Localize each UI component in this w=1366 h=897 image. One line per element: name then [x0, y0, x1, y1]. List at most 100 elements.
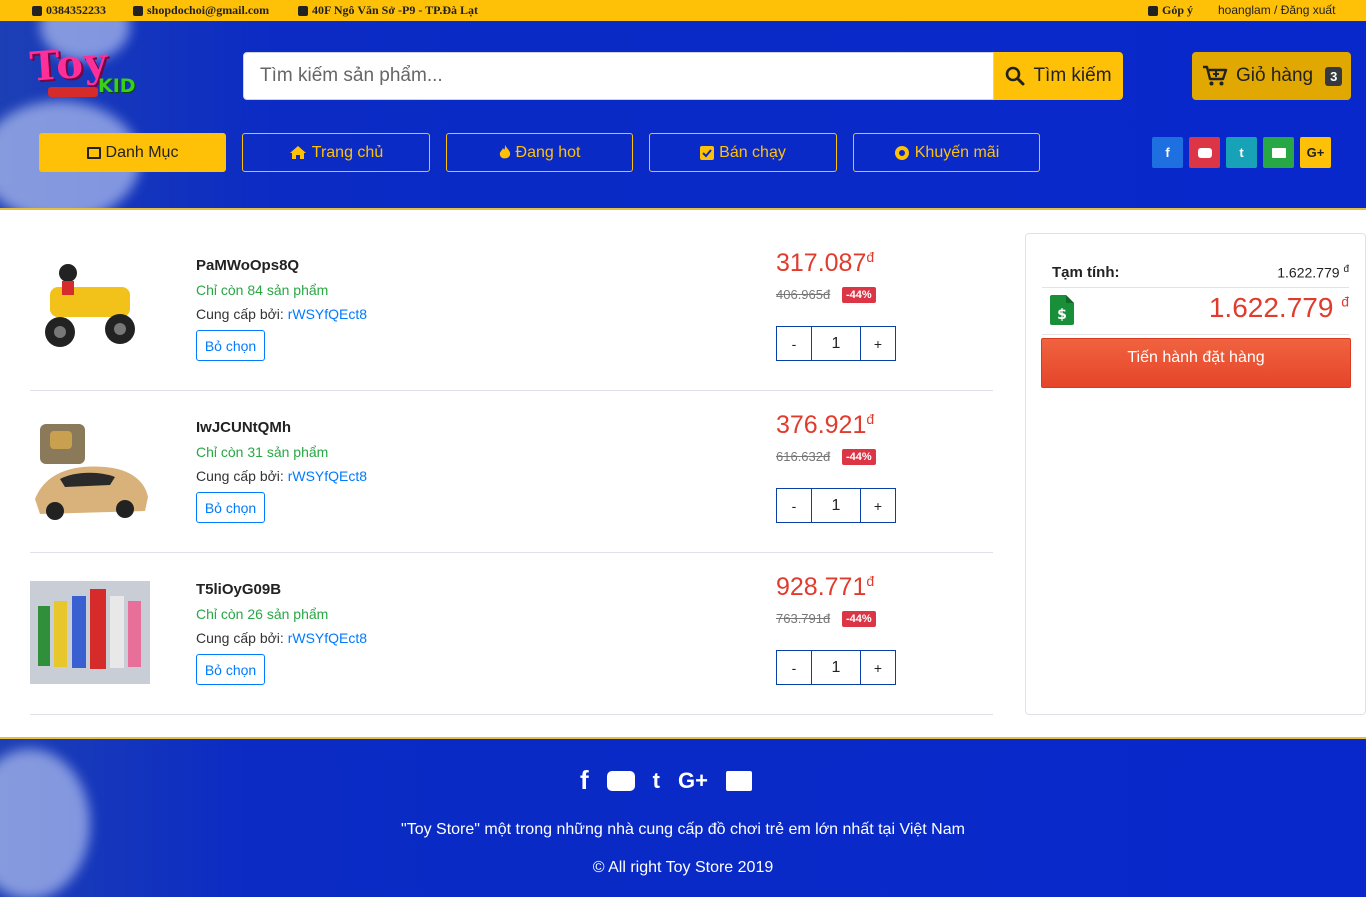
svg-text:$: $: [1057, 307, 1067, 323]
qty-decrease-button[interactable]: -: [777, 651, 811, 684]
total-currency: đ: [1341, 293, 1349, 310]
remove-item-button[interactable]: Bỏ chọn: [196, 492, 265, 523]
envelope-icon: [133, 5, 143, 16]
original-price: 616.632đ: [776, 449, 831, 464]
nav-home-link[interactable]: Trang chủ: [242, 133, 430, 172]
envelope-icon: [1271, 147, 1286, 158]
price-value: 376.921: [776, 411, 867, 439]
qty-decrease-button[interactable]: -: [777, 327, 811, 360]
product-stock: Chỉ còn 31 sản phẩm: [196, 444, 329, 460]
product-supplier: Cung cấp bởi: rWSYfQEct8: [196, 630, 367, 646]
product-stock: Chỉ còn 84 sản phẩm: [196, 282, 329, 298]
total-value: 1.622.779: [1208, 292, 1334, 323]
search-button-label: Tìm kiếm: [1033, 65, 1112, 86]
subtotal-value: 1.622.779: [1277, 264, 1340, 281]
supplier-link[interactable]: rWSYfQEct8: [288, 306, 367, 322]
cart-label: Giỏ hàng: [1236, 65, 1314, 86]
site-header: Toy KID Tìm kiếm Giỏ hàng 3 Danh Mục Tra: [0, 21, 1366, 210]
top-info-bar: 0384352233 shopdochoi@gmail.com 40F Ngô …: [0, 0, 1366, 21]
envelope-icon[interactable]: [725, 770, 752, 791]
discount-badge: -44%: [842, 449, 876, 465]
search-bar: Tìm kiếm: [243, 52, 1123, 100]
qty-decrease-button[interactable]: -: [777, 489, 811, 522]
quantity-stepper: - 1 +: [776, 326, 896, 361]
youtube-button[interactable]: [1189, 137, 1220, 168]
qty-increase-button[interactable]: +: [861, 489, 895, 522]
email-address: shopdochoi@gmail.com: [147, 3, 270, 17]
badge-percent-icon: [894, 145, 909, 160]
product-name[interactable]: PaMWoOps8Q: [196, 257, 299, 274]
subtotal-amount: 1.622.779 đ: [1277, 264, 1349, 281]
qty-value[interactable]: 1: [811, 651, 861, 684]
twitter-icon[interactable]: t: [653, 768, 660, 794]
nav-promo-label: Khuyến mãi: [914, 143, 1000, 161]
twitter-button[interactable]: t: [1226, 137, 1257, 168]
user-icon: [1148, 5, 1158, 16]
user-logout-link[interactable]: hoanglam / Đăng xuất: [1218, 3, 1335, 17]
remove-item-button[interactable]: Bỏ chọn: [196, 654, 265, 685]
google-plus-icon[interactable]: G+: [678, 768, 708, 794]
search-button[interactable]: Tìm kiếm: [994, 52, 1123, 100]
cart-item: IwJCUNtQMh Chỉ còn 31 sản phẩm Cung cấp …: [30, 391, 993, 553]
footer-copyright: © All right Toy Store 2019: [592, 859, 774, 876]
nav-category-button[interactable]: Danh Mục: [39, 133, 226, 172]
nav-hot-link[interactable]: Đang hot: [446, 133, 633, 172]
qty-value[interactable]: 1: [811, 489, 861, 522]
facebook-button[interactable]: f: [1152, 137, 1183, 168]
remove-item-button[interactable]: Bỏ chọn: [196, 330, 265, 361]
qty-value[interactable]: 1: [811, 327, 861, 360]
search-icon: [1006, 66, 1025, 86]
map-icon: [298, 5, 308, 16]
email-button[interactable]: [1263, 137, 1294, 168]
original-price: 763.791đ: [776, 611, 831, 626]
feedback-label: Góp ý: [1162, 3, 1194, 17]
product-name[interactable]: IwJCUNtQMh: [196, 419, 291, 436]
product-price: 928.771đ: [776, 573, 874, 602]
list-icon: [86, 146, 101, 159]
qty-increase-button[interactable]: +: [861, 327, 895, 360]
nav-promo-link[interactable]: Khuyến mãi: [853, 133, 1040, 172]
product-stock: Chỉ còn 26 sản phẩm: [196, 606, 329, 622]
product-supplier: Cung cấp bởi: rWSYfQEct8: [196, 306, 367, 322]
youtube-icon[interactable]: [606, 770, 635, 791]
store-address: 40F Ngô Văn Sở -P9 - TP.Đà Lạt: [312, 3, 478, 17]
cart-item: T5liOyG09B Chỉ còn 26 sản phẩm Cung cấp …: [30, 553, 993, 715]
product-price: 317.087đ: [776, 249, 874, 278]
facebook-icon[interactable]: f: [580, 765, 589, 796]
search-input[interactable]: [243, 52, 994, 100]
price-currency: đ: [866, 249, 875, 265]
product-name[interactable]: T5liOyG09B: [196, 581, 281, 598]
price-currency: đ: [866, 573, 875, 589]
nav-category-label: Danh Mục: [105, 143, 179, 161]
phone-contact: 0384352233: [32, 3, 106, 18]
product-image: [45, 264, 135, 347]
supplier-label: Cung cấp bởi:: [196, 306, 284, 322]
summary-divider: [1042, 334, 1349, 335]
discount-badge: -44%: [842, 611, 876, 627]
checkout-button[interactable]: Tiến hành đặt hàng: [1041, 338, 1351, 388]
cart-icon: [1203, 65, 1228, 86]
price-value: 928.771: [776, 573, 867, 601]
site-footer: f t G+ "Toy Store" một trong những nhà c…: [0, 737, 1366, 897]
feedback-link[interactable]: Góp ý: [1148, 3, 1193, 18]
email-contact: shopdochoi@gmail.com: [133, 3, 269, 18]
total-amount: 1.622.779 đ: [1209, 292, 1349, 324]
youtube-icon: [1197, 147, 1212, 158]
cart-count-badge: 3: [1325, 66, 1343, 86]
facebook-icon: f: [1165, 145, 1170, 160]
product-supplier: Cung cấp bởi: rWSYfQEct8: [196, 468, 367, 484]
qty-increase-button[interactable]: +: [861, 651, 895, 684]
site-logo[interactable]: Toy KID: [28, 38, 150, 101]
nav-bestseller-link[interactable]: Bán chạy: [649, 133, 837, 172]
google-plus-button[interactable]: G+: [1300, 137, 1331, 168]
quantity-stepper: - 1 +: [776, 488, 896, 523]
supplier-label: Cung cấp bởi:: [196, 468, 284, 484]
discount-badge: -44%: [842, 287, 876, 303]
phone-icon: [32, 5, 42, 16]
supplier-link[interactable]: rWSYfQEct8: [288, 468, 367, 484]
twitter-icon: t: [1239, 145, 1244, 160]
quantity-stepper: - 1 +: [776, 650, 896, 685]
cart-button[interactable]: Giỏ hàng 3: [1192, 52, 1351, 100]
original-price: 406.965đ: [776, 287, 831, 302]
supplier-link[interactable]: rWSYfQEct8: [288, 630, 367, 646]
